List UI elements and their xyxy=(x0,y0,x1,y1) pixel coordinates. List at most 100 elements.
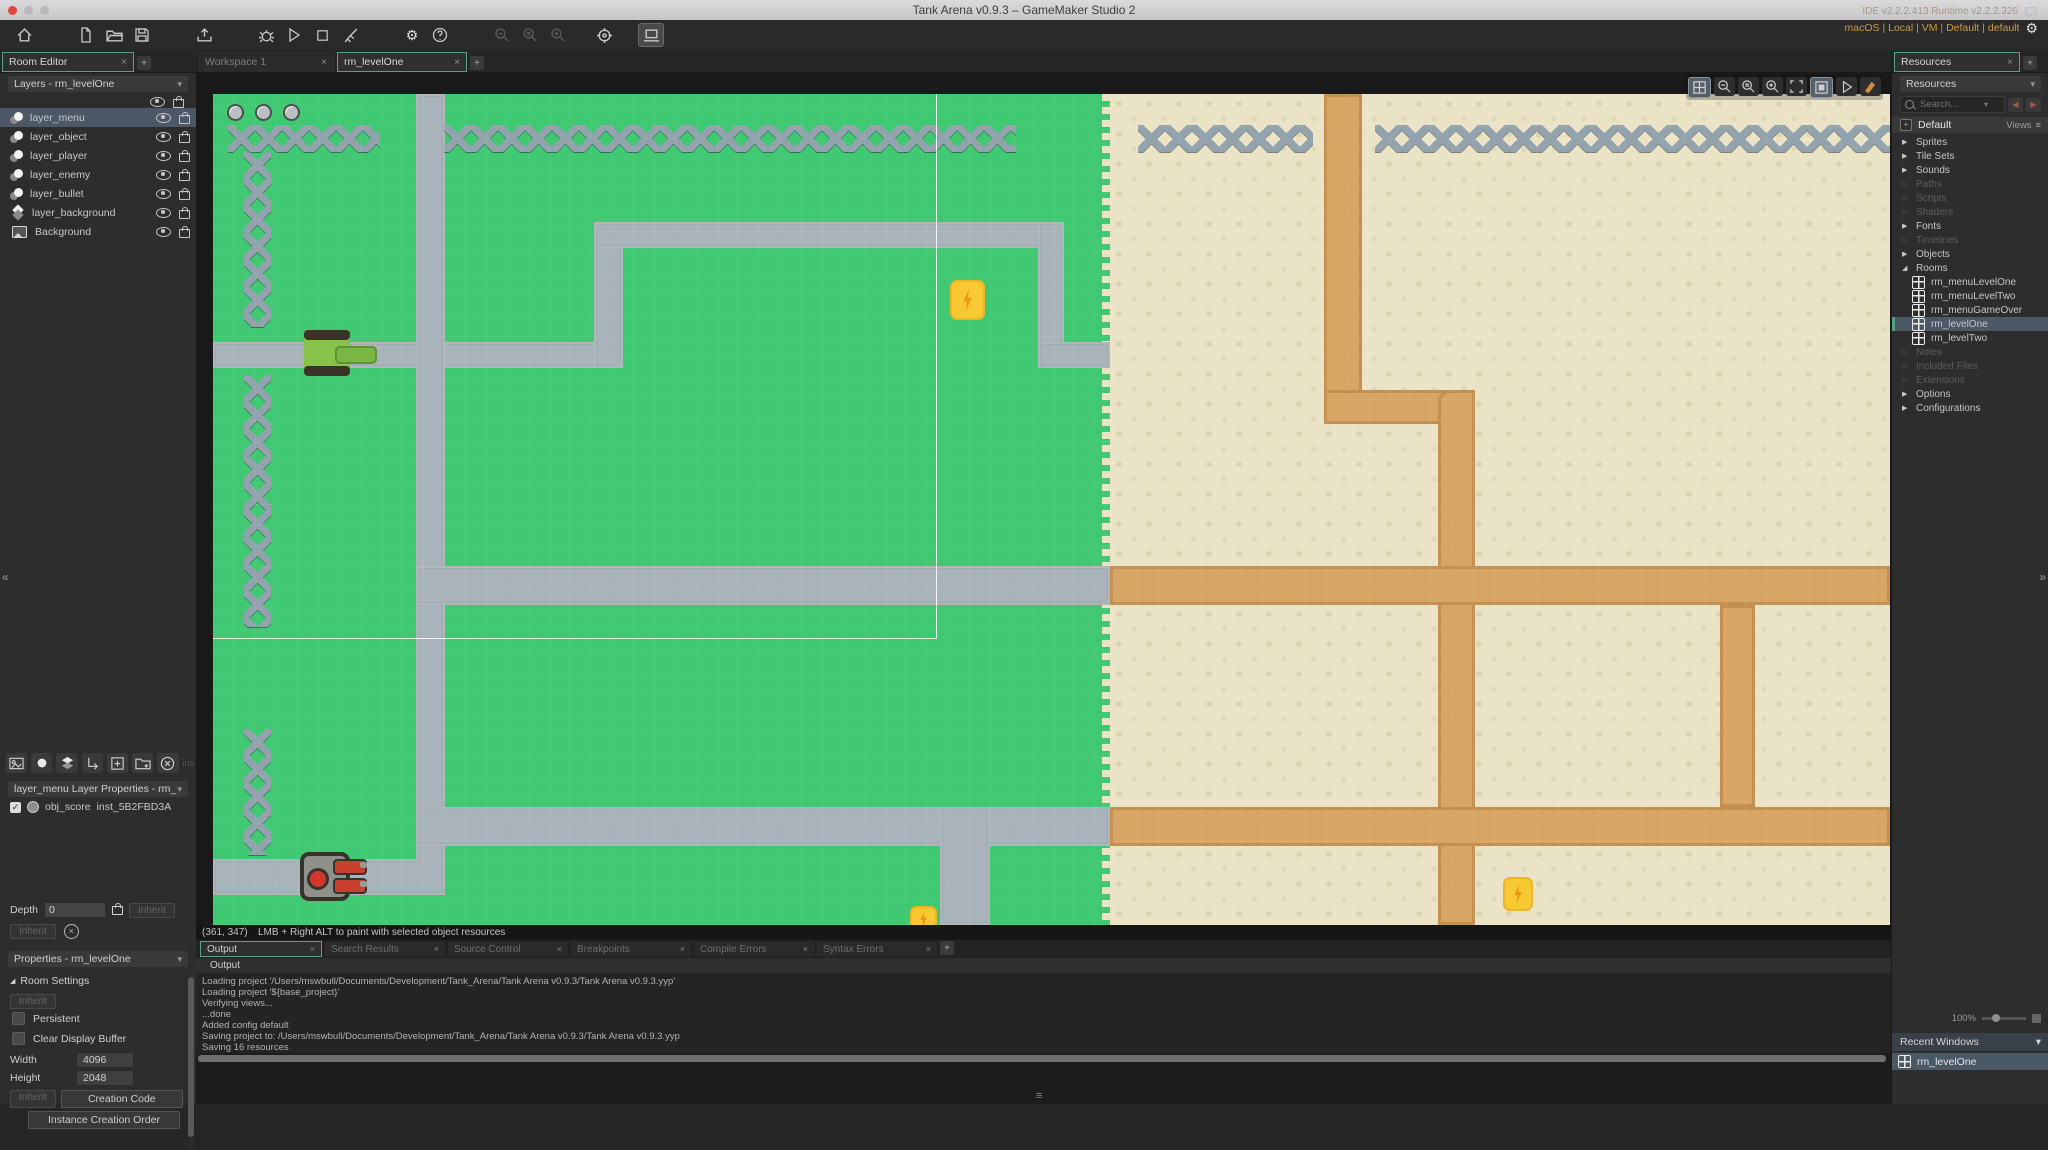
inherit-button[interactable]: Inherit xyxy=(10,924,56,939)
instance-row[interactable]: ✓ obj_score inst_5B2FBD3A xyxy=(10,801,171,813)
resize-handle[interactable]: ≡ xyxy=(1036,1090,1042,1102)
properties-scrollbar-track[interactable] xyxy=(188,975,194,1150)
layer-properties-dropdown[interactable]: layer_menu Layer Properties - rm_levelO.… xyxy=(8,781,188,797)
lock-icon[interactable] xyxy=(179,188,190,200)
tree-item-fonts[interactable]: ▶ Fonts xyxy=(1892,219,2048,233)
zoom-reset-icon[interactable] xyxy=(1738,77,1759,96)
zoom-in-icon[interactable] xyxy=(546,24,570,46)
platform-target[interactable]: macOS | Local | VM | Default | default xyxy=(1845,21,2020,36)
instance-checkbox[interactable]: ✓ xyxy=(10,801,21,813)
lock-icon[interactable] xyxy=(179,150,190,162)
tab-syntax-errors[interactable]: Syntax Errors × xyxy=(817,942,937,956)
obstacle-row[interactable] xyxy=(1375,125,1890,152)
tree-item-paths[interactable]: ▷ Paths xyxy=(1892,177,2048,191)
lock-all-icon[interactable] xyxy=(173,96,184,108)
height-field[interactable]: 2048 xyxy=(76,1070,134,1086)
close-icon[interactable]: × xyxy=(321,57,327,68)
home-icon[interactable] xyxy=(12,24,36,46)
debug-icon[interactable] xyxy=(254,24,278,46)
tree-item-timelines[interactable]: ▷ Timelines xyxy=(1892,233,2048,247)
settings-inherit-button[interactable]: Inherit xyxy=(10,994,56,1009)
paint-mode-icon[interactable] xyxy=(1860,77,1881,96)
delete-layer-icon[interactable] xyxy=(157,753,179,773)
close-icon[interactable]: × xyxy=(434,944,439,954)
new-project-icon[interactable] xyxy=(74,24,98,46)
add-workspace-button[interactable]: + xyxy=(470,56,484,70)
add-tile-layer-icon[interactable] xyxy=(56,753,78,773)
recent-windows-header[interactable]: Recent Windows ▾ xyxy=(1892,1033,2048,1051)
add-background-layer-icon[interactable] xyxy=(6,753,28,773)
tree-item-rm-leveltwo[interactable]: rm_levelTwo xyxy=(1892,331,2048,345)
obstacle-row[interactable] xyxy=(444,125,1016,152)
room-canvas[interactable] xyxy=(213,94,1890,925)
tree-item-rm-levelone[interactable]: rm_levelOne xyxy=(1892,317,2048,331)
room-border-icon[interactable] xyxy=(1810,77,1833,98)
tree-item-rm-menugameover[interactable]: rm_menuGameOver xyxy=(1892,303,2048,317)
layer-row-layer-enemy[interactable]: layer_enemy xyxy=(0,165,196,184)
tab-source-control[interactable]: Source Control × xyxy=(448,942,568,956)
score-instance[interactable] xyxy=(283,104,300,121)
collapse-left-panel-icon[interactable]: « xyxy=(2,570,9,584)
score-instance[interactable] xyxy=(227,104,244,121)
tab-breakpoints[interactable]: Breakpoints × xyxy=(571,942,691,956)
help-icon[interactable] xyxy=(428,24,452,46)
obstacle-column[interactable] xyxy=(244,729,271,855)
depth-input[interactable] xyxy=(44,902,107,918)
visibility-icon[interactable] xyxy=(156,131,171,142)
layer-row-layer-bullet[interactable]: layer_bullet xyxy=(0,184,196,203)
powerup-instance[interactable] xyxy=(1503,877,1533,911)
tab-compile-errors[interactable]: Compile Errors × xyxy=(694,942,814,956)
layer-row-background[interactable]: Background xyxy=(0,222,196,241)
run-icon[interactable] xyxy=(282,24,306,46)
recent-window-item[interactable]: rm_levelOne xyxy=(1892,1053,2048,1070)
tree-item-options[interactable]: ▶ Options xyxy=(1892,387,2048,401)
obstacle-row[interactable] xyxy=(228,125,380,152)
output-log[interactable]: Loading project '/Users/mswbull/Document… xyxy=(196,973,1891,1053)
enemy-tank-instance[interactable] xyxy=(300,852,367,901)
tab-resources[interactable]: Resources × xyxy=(1894,52,2020,72)
persistent-checkbox[interactable] xyxy=(12,1012,25,1025)
zoom-in-icon[interactable] xyxy=(1762,77,1783,96)
visibility-icon[interactable] xyxy=(156,112,171,123)
visibility-icon[interactable] xyxy=(156,150,171,161)
tab-search-results[interactable]: Search Results × xyxy=(325,942,445,956)
tree-item-extensions[interactable]: ▷ Extensions xyxy=(1892,373,2048,387)
layer-row-layer-player[interactable]: layer_player xyxy=(0,146,196,165)
save-icon[interactable] xyxy=(130,24,154,46)
add-asset-layer-icon[interactable] xyxy=(106,753,129,773)
config-row[interactable]: + Default Views ≡ xyxy=(1892,117,2048,133)
depth-lock-icon[interactable] xyxy=(112,902,124,915)
zoom-reset-icon[interactable] xyxy=(518,24,542,46)
search-box[interactable]: ▾ xyxy=(1900,96,2005,113)
clear-inherit-icon[interactable]: × xyxy=(63,924,79,939)
tree-item-tile-sets[interactable]: ▶ Tile Sets xyxy=(1892,149,2048,163)
obstacle-row[interactable] xyxy=(1138,125,1313,152)
close-icon[interactable]: × xyxy=(310,944,315,954)
search-prev-icon[interactable]: ◀ xyxy=(2008,97,2023,112)
fit-view-icon[interactable] xyxy=(1786,77,1807,96)
tree-item-shaders[interactable]: ▷ Shaders xyxy=(1892,205,2048,219)
tree-item-scripts[interactable]: ▷ Scripts xyxy=(1892,191,2048,205)
resources-dropdown[interactable]: Resources ▾ xyxy=(1900,76,2041,92)
add-instance-layer-icon[interactable] xyxy=(31,753,53,773)
tree-item-objects[interactable]: ▶ Objects xyxy=(1892,247,2048,261)
toggle-grid-icon[interactable] xyxy=(1688,77,1711,98)
visibility-all-icon[interactable] xyxy=(150,96,165,107)
size-inherit-button[interactable]: Inherit xyxy=(10,1090,56,1108)
tree-item-rm-menuleveltwo[interactable]: rm_menuLevelTwo xyxy=(1892,289,2048,303)
zoom-out-icon[interactable] xyxy=(1714,77,1735,96)
tab-rm-levelone[interactable]: rm_levelOne × xyxy=(337,52,467,72)
width-field[interactable]: 4096 xyxy=(76,1052,134,1068)
tree-item-rooms[interactable]: ◢ Rooms xyxy=(1892,261,2048,275)
add-tab-button[interactable]: + xyxy=(2023,56,2037,70)
target-platform-icon[interactable] xyxy=(638,23,664,47)
add-output-tab-button[interactable]: + xyxy=(940,941,954,955)
zoom-out-icon[interactable] xyxy=(490,24,514,46)
tree-item-rm-menulevelone[interactable]: rm_menuLevelOne xyxy=(1892,275,2048,289)
open-project-icon[interactable] xyxy=(102,24,126,46)
close-icon[interactable]: × xyxy=(680,944,685,954)
player-tank-instance[interactable] xyxy=(304,330,377,376)
views-menu-icon[interactable]: ≡ xyxy=(2035,120,2041,131)
obstacle-column[interactable] xyxy=(244,152,271,327)
clear-display-buffer-checkbox[interactable] xyxy=(12,1032,25,1045)
